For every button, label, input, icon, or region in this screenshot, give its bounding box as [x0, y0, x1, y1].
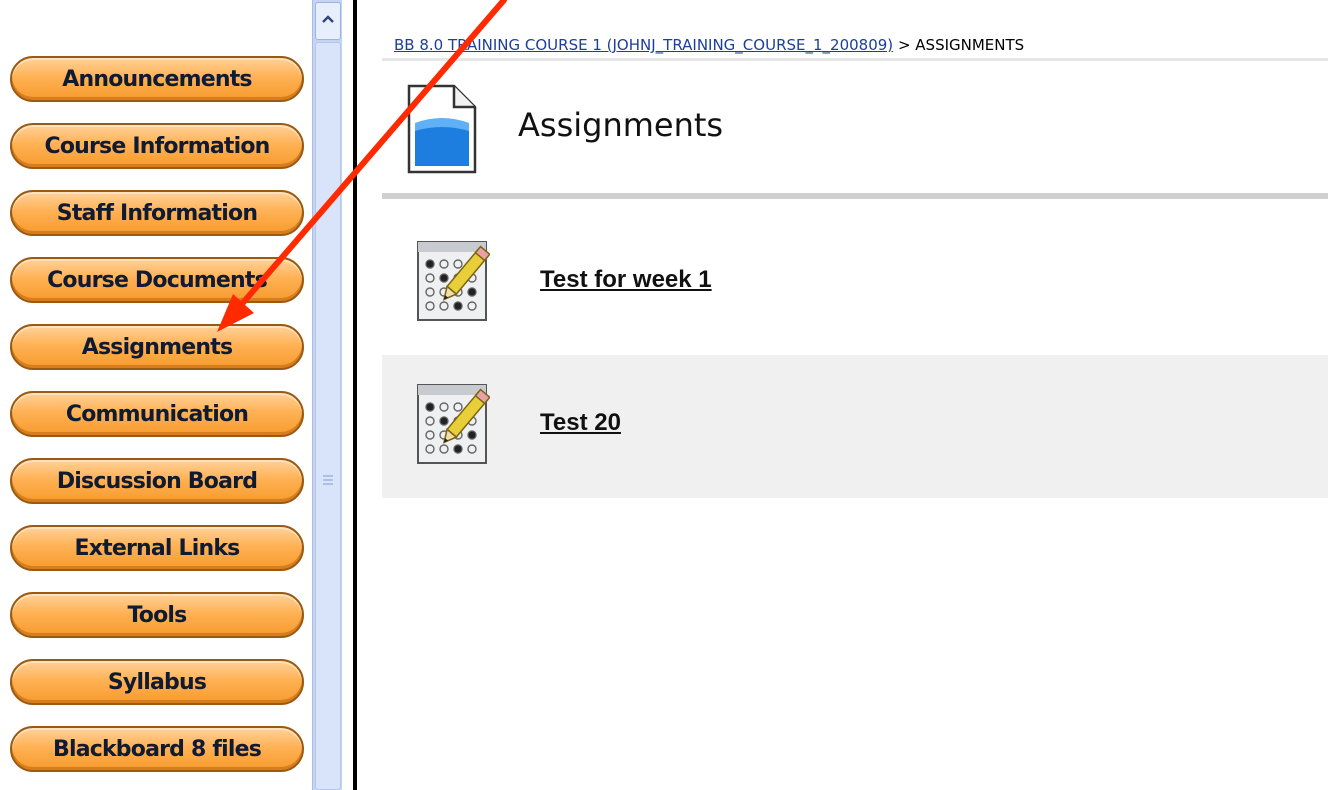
- nav-label: Staff Information: [56, 200, 258, 226]
- nav-external-links-button[interactable]: External Links: [10, 525, 304, 571]
- nav-tools-button[interactable]: Tools: [10, 592, 304, 638]
- nav-announcements-button[interactable]: Announcements: [10, 56, 304, 102]
- nav-blackboard-8-files-button[interactable]: Blackboard 8 files: [10, 726, 304, 772]
- nav-communication-button[interactable]: Communication: [10, 391, 304, 437]
- test-week-1-link[interactable]: Test for week 1: [540, 266, 712, 294]
- page-title: Assignments: [518, 106, 724, 144]
- nav-label: External Links: [74, 535, 241, 561]
- nav-course-information-button[interactable]: Course Information: [10, 123, 304, 169]
- nav-label: Course Information: [44, 133, 270, 159]
- nav-staff-information-button[interactable]: Staff Information: [10, 190, 304, 236]
- nav-label: Syllabus: [107, 669, 207, 695]
- nav-course-documents-button[interactable]: Course Documents: [10, 257, 304, 303]
- nav-label: Tools: [127, 602, 188, 628]
- document-icon: [407, 84, 477, 174]
- course-menu: Announcements Course Information Staff I…: [0, 0, 312, 790]
- breadcrumb-course-link[interactable]: BB 8.0 TRAINING COURSE 1 (JOHNJ_TRAINING…: [394, 36, 893, 54]
- title-divider: [382, 193, 1328, 199]
- nav-label: Blackboard 8 files: [52, 736, 262, 762]
- nav-discussion-board-button[interactable]: Discussion Board: [10, 458, 304, 504]
- content-frame: BB 8.0 TRAINING COURSE 1 (JOHNJ_TRAINING…: [382, 0, 1328, 790]
- breadcrumb: BB 8.0 TRAINING COURSE 1 (JOHNJ_TRAINING…: [394, 36, 1024, 54]
- nav-label: Course Documents: [47, 267, 268, 293]
- nav-label: Discussion Board: [56, 468, 258, 494]
- nav-syllabus-button[interactable]: Syllabus: [10, 659, 304, 705]
- list-item: Test for week 1: [382, 212, 1328, 355]
- grip-icon: [323, 475, 333, 487]
- test-20-link[interactable]: Test 20: [540, 409, 621, 437]
- scroll-up-button[interactable]: [315, 2, 341, 40]
- nav-label: Announcements: [62, 66, 252, 92]
- nav-label: Assignments: [81, 334, 233, 360]
- scroll-thumb[interactable]: [315, 42, 341, 790]
- menu-scrollbar[interactable]: [312, 0, 342, 790]
- nav-label: Communication: [65, 401, 249, 427]
- nav-assignments-button[interactable]: Assignments: [10, 324, 304, 370]
- test-icon: [417, 241, 490, 321]
- frame-divider: [353, 0, 357, 790]
- breadcrumb-current: ASSIGNMENTS: [915, 36, 1025, 54]
- list-item: Test 20: [382, 355, 1328, 498]
- breadcrumb-separator: >: [897, 36, 911, 54]
- chevron-up-icon: [322, 15, 334, 23]
- test-icon: [417, 384, 490, 464]
- breadcrumb-bar: [382, 58, 1328, 61]
